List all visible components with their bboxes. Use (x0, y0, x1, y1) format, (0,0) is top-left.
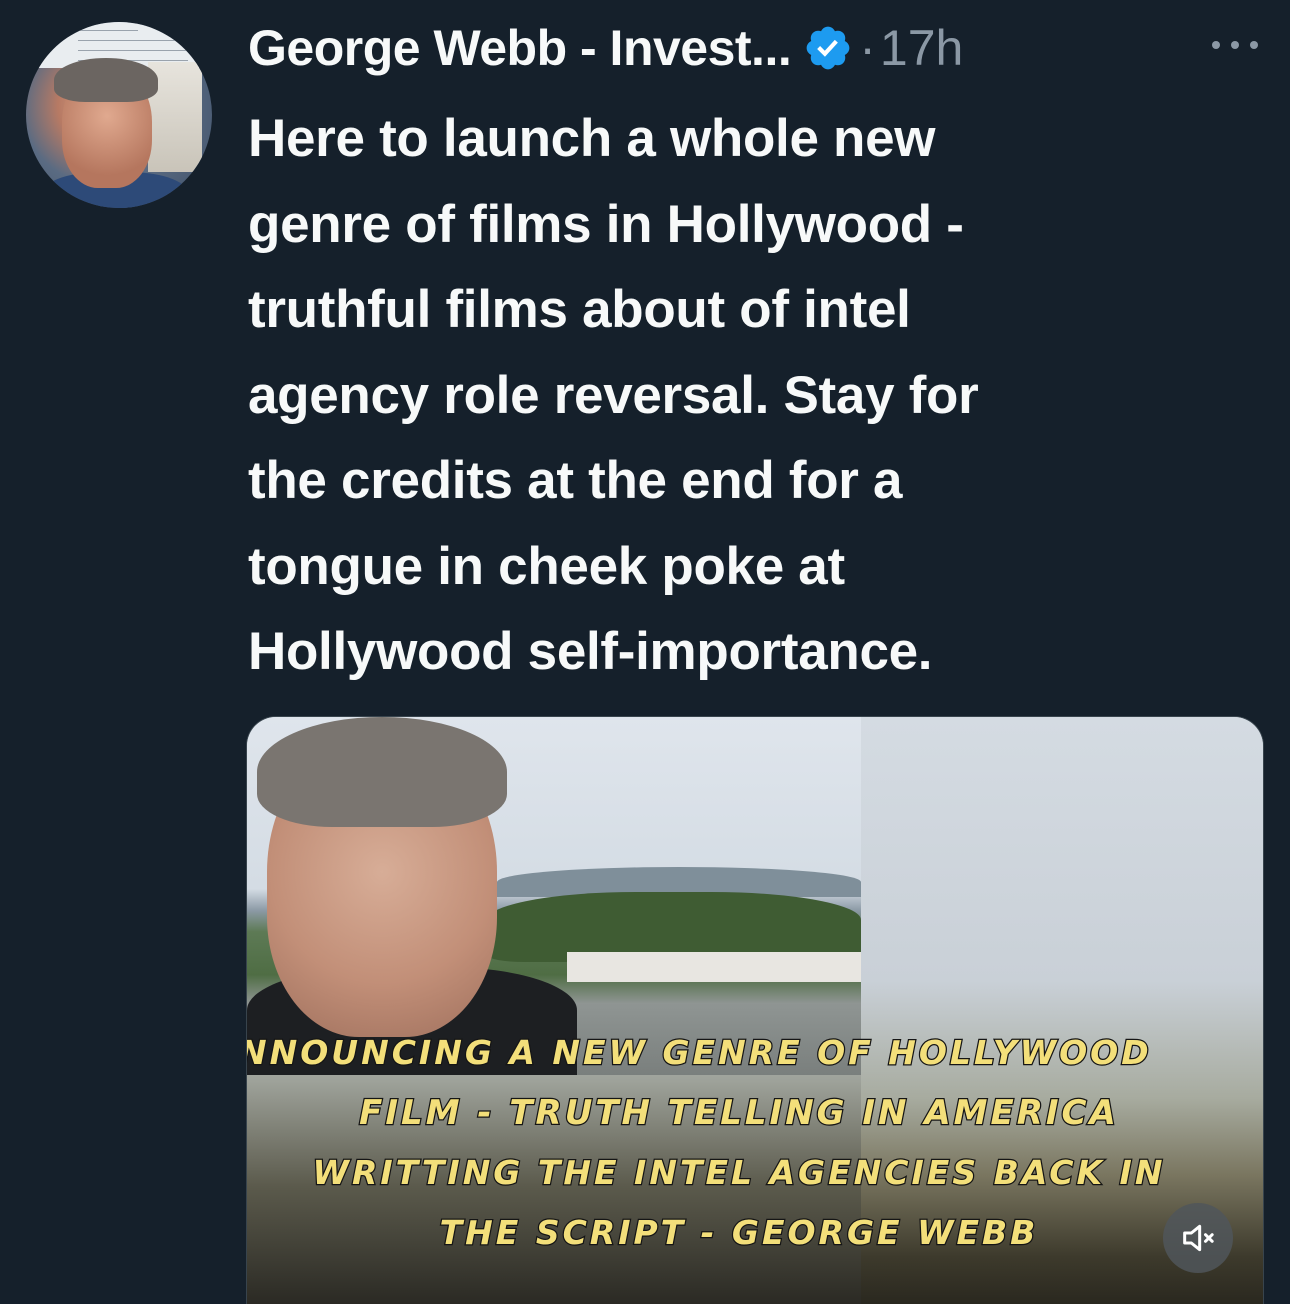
volume-muted-icon (1183, 1224, 1214, 1252)
tweet-text: Here to launch a whole new genre of film… (248, 109, 979, 681)
author-name[interactable]: George Webb - Invest... (248, 19, 792, 77)
video-houses (567, 952, 861, 982)
tweet-header: George Webb - Invest... · 17h (248, 16, 963, 80)
video-caption-line: Film - Truth telling In America (358, 1092, 1119, 1135)
more-icon-dot (1231, 41, 1239, 49)
video-caption-line: the script - George Webb (438, 1212, 1039, 1254)
more-icon-dot (1212, 41, 1220, 49)
avatar-banner-line (78, 40, 178, 41)
avatar-hair (54, 58, 158, 102)
video-caption-line: nnouncing a new genre of hollywood (246, 1032, 1152, 1074)
mute-button[interactable] (1163, 1203, 1233, 1273)
more-icon[interactable] (1212, 30, 1258, 60)
tweet-video[interactable]: nnouncing a new genre of hollywood Film … (246, 716, 1264, 1304)
tweet-timestamp[interactable]: 17h (880, 19, 963, 77)
separator-dot: · (859, 20, 876, 76)
avatar-banner-line (78, 30, 138, 31)
video-person-hair (257, 717, 507, 827)
tweet[interactable]: George Webb - Invest... · 17h Here to la… (0, 0, 1290, 1304)
video-inset-frame (247, 717, 861, 1075)
more-icon-dot (1250, 41, 1258, 49)
avatar-banner-line (78, 50, 188, 51)
author-avatar[interactable] (26, 22, 212, 208)
video-caption-line: Writting the intel agencies back in (311, 1152, 1166, 1194)
video-caption: nnouncing a new genre of hollywood Film … (246, 1023, 1239, 1263)
verified-badge-icon[interactable] (803, 23, 853, 73)
